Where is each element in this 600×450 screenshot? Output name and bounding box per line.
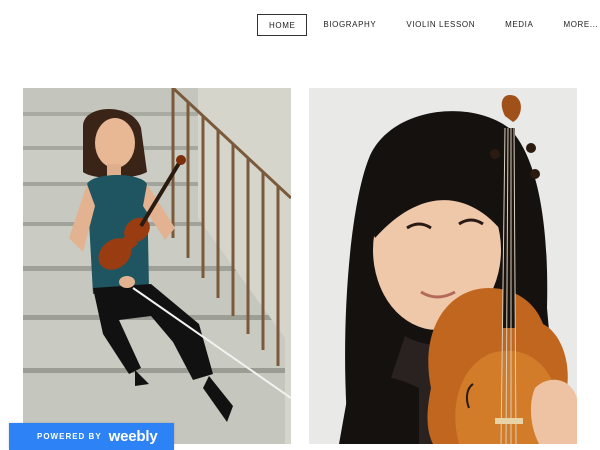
nav-item-media[interactable]: MEDIA xyxy=(505,14,533,36)
photo-violinist-portrait xyxy=(309,88,577,444)
weebly-logo: weebly xyxy=(108,428,158,445)
nav-item-home[interactable]: HOME xyxy=(257,14,308,36)
powered-by-label: POWERED BY xyxy=(37,432,102,441)
nav-item-violin-lesson[interactable]: VIOLIN LESSON xyxy=(406,14,475,36)
nav-item-more[interactable]: MORE... xyxy=(563,14,598,36)
photo-violinist-on-stairs xyxy=(23,88,291,444)
nav-item-biography[interactable]: BIOGRAPHY xyxy=(323,14,376,36)
powered-by-weebly-badge[interactable]: POWERED BY weebly xyxy=(9,423,174,450)
top-navigation: HOME BIOGRAPHY VIOLIN LESSON MEDIA MORE.… xyxy=(257,14,598,36)
